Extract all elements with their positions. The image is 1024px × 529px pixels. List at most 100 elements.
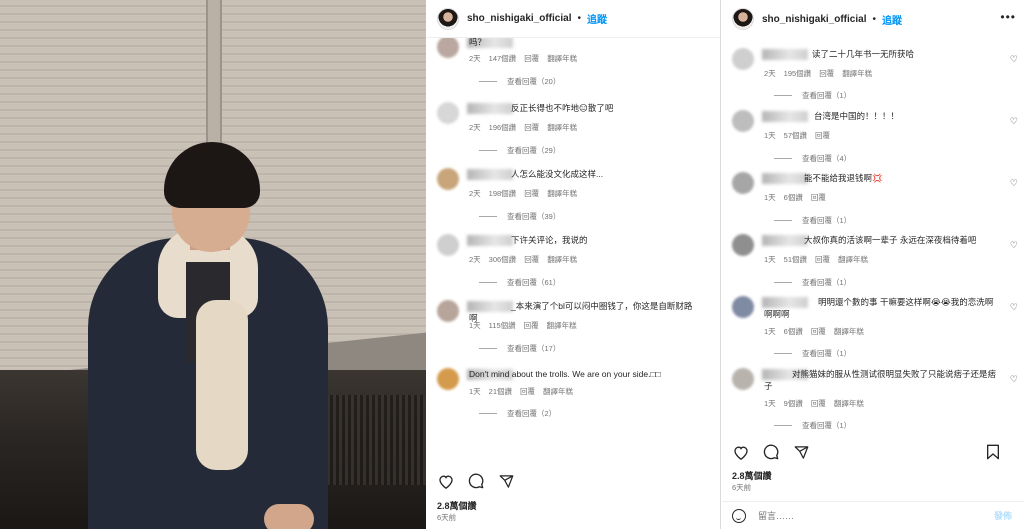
comment-reply[interactable]: 回覆 [524,123,539,132]
comment-translate[interactable]: 翻譯年糕 [547,123,577,132]
post-button[interactable]: 發佈 [994,509,1012,522]
commenter-avatar[interactable] [437,38,459,58]
comment-reply[interactable]: 回覆 [524,321,539,330]
comment-list[interactable]: 吗？ 2天 147個讚 回覆 翻譯年糕 查看回覆（20） 反正长得也不咋地😑散了吧 2天 196… [427,38,720,431]
view-replies-label[interactable]: 查看回覆（1） [802,348,851,359]
comment-likes[interactable]: 51個讚 [784,255,807,264]
comment-translate[interactable]: 翻譯年糕 [834,399,864,408]
likes-count[interactable]: 2.8萬個讚 [437,499,477,512]
comment-reply[interactable]: 回覆 [819,69,834,78]
comment-reply[interactable]: 回覆 [524,189,539,198]
commenter-avatar[interactable] [732,172,754,194]
view-replies-button[interactable]: 查看回覆（1） [774,348,851,359]
comment-like-icon[interactable]: ♡ [1010,302,1018,313]
commenter-avatar[interactable] [732,368,754,390]
comment-likes[interactable]: 57個讚 [784,131,807,140]
comment-translate[interactable]: 翻譯年糕 [834,327,864,336]
comment-reply[interactable]: 回覆 [520,387,535,396]
comment-translate[interactable]: 翻譯年糕 [838,255,868,264]
comment-reply[interactable]: 回覆 [815,131,830,140]
comment-reply[interactable]: 回覆 [815,255,830,264]
view-replies-button[interactable]: 查看回覆（61） [479,277,560,288]
commenter-avatar[interactable] [437,102,459,124]
comment-reply[interactable]: 回覆 [811,327,826,336]
view-replies-label[interactable]: 查看回覆（1） [802,90,851,101]
comment-reply[interactable]: 回覆 [524,54,539,63]
commenter-avatar[interactable] [732,296,754,318]
commenter-avatar[interactable] [732,48,754,70]
post-photo[interactable] [0,0,426,529]
comment-like-icon[interactable]: ♡ [1010,178,1018,189]
avatar[interactable] [437,7,459,30]
share-icon[interactable] [497,472,515,490]
comment-icon[interactable] [762,443,780,461]
comment-reply[interactable]: 回覆 [524,255,539,264]
commenter-avatar[interactable] [437,300,459,322]
view-replies-button[interactable]: 查看回覆（4） [774,153,851,164]
view-replies-label[interactable]: 查看回覆（1） [802,277,851,288]
view-replies-label[interactable]: 查看回覆（61） [507,277,560,288]
view-replies-label[interactable]: 查看回覆（1） [802,420,851,431]
view-replies-button[interactable]: 查看回覆（1） [774,90,851,101]
view-replies-button[interactable]: 查看回覆（2） [479,408,556,419]
view-replies-button[interactable]: 查看回覆（39） [479,211,560,222]
comment-likes[interactable]: 6個讚 [784,327,803,336]
comment-like-icon[interactable]: ♡ [1010,374,1018,385]
follow-button[interactable]: 追蹤 [882,12,902,27]
comment-text-content: 大叔你真的活该啊一辈子 永远在深夜档待着吧 [804,235,977,245]
view-replies-label[interactable]: 查看回覆（39） [507,211,560,222]
comment-likes[interactable]: 195個讚 [784,69,812,78]
comment-likes[interactable]: 196個讚 [489,123,517,132]
commenter-avatar[interactable] [732,110,754,132]
view-replies-button[interactable]: 查看回覆（1） [774,420,851,431]
comment-likes[interactable]: 21個讚 [489,387,512,396]
view-replies-label[interactable]: 查看回覆（17） [507,343,560,354]
comment-reply[interactable]: 回覆 [811,193,826,202]
heart-icon[interactable] [437,472,455,490]
save-icon[interactable] [984,443,1002,461]
comment-like-icon[interactable]: ♡ [1010,116,1018,127]
comment-likes[interactable]: 6個讚 [784,193,803,202]
comment-likes[interactable]: 198個讚 [489,189,517,198]
share-icon[interactable] [792,443,810,461]
view-replies-button[interactable]: 查看回覆（1） [774,277,851,288]
comment-likes[interactable]: 147個讚 [489,54,517,63]
username[interactable]: sho_nishigaki_official [467,13,571,24]
comment-likes[interactable]: 115個讚 [489,321,516,330]
view-replies-label[interactable]: 查看回覆（2） [507,408,556,419]
heart-icon[interactable] [732,443,750,461]
comment-like-icon[interactable]: ♡ [1010,54,1018,65]
username[interactable]: sho_nishigaki_official [762,14,866,25]
comment-translate[interactable]: 翻譯年糕 [547,189,577,198]
likes-count[interactable]: 2.8萬個讚 [732,469,772,482]
view-replies-button[interactable]: 查看回覆（1） [774,215,851,226]
comment-item: 人怎么能没文化成这样... 2天 198個讚 回覆 翻譯年糕 查看回覆（39） [437,168,720,228]
commenter-avatar[interactable] [437,234,459,256]
more-icon[interactable]: ••• [1000,10,1016,24]
comment-translate[interactable]: 翻譯年糕 [547,54,577,63]
comment-translate[interactable]: 翻譯年糕 [547,255,577,264]
view-replies-button[interactable]: 查看回覆（17） [479,343,560,354]
comment-icon[interactable] [467,472,485,490]
comment-translate[interactable]: 翻譯年糕 [543,387,573,396]
avatar[interactable] [732,8,754,30]
view-replies-button[interactable]: 查看回覆（20） [479,76,560,87]
follow-button[interactable]: 追蹤 [587,11,607,26]
view-replies-label[interactable]: 查看回覆（1） [802,215,851,226]
commenter-avatar[interactable] [437,368,459,390]
commenter-avatar[interactable] [732,234,754,256]
comment-list[interactable]: 读了二十几年书一无所获哈 2天 195個讚 回覆 翻譯年糕 查看回覆（1） ♡ 台湾是中国的！… [722,38,1024,431]
comment-translate[interactable]: 翻譯年糕 [842,69,872,78]
view-replies-label[interactable]: 查看回覆（20） [507,76,560,87]
comment-input[interactable] [758,510,958,521]
view-replies-label[interactable]: 查看回覆（4） [802,153,851,164]
emoji-icon[interactable] [732,508,746,523]
comment-likes[interactable]: 9個讚 [784,399,803,408]
comment-likes[interactable]: 306個讚 [489,255,517,264]
view-replies-button[interactable]: 查看回覆（29） [479,145,560,156]
view-replies-label[interactable]: 查看回覆（29） [507,145,560,156]
comment-reply[interactable]: 回覆 [811,399,826,408]
comment-like-icon[interactable]: ♡ [1010,240,1018,251]
commenter-avatar[interactable] [437,168,459,190]
comment-translate[interactable]: 翻譯年糕 [547,321,577,330]
